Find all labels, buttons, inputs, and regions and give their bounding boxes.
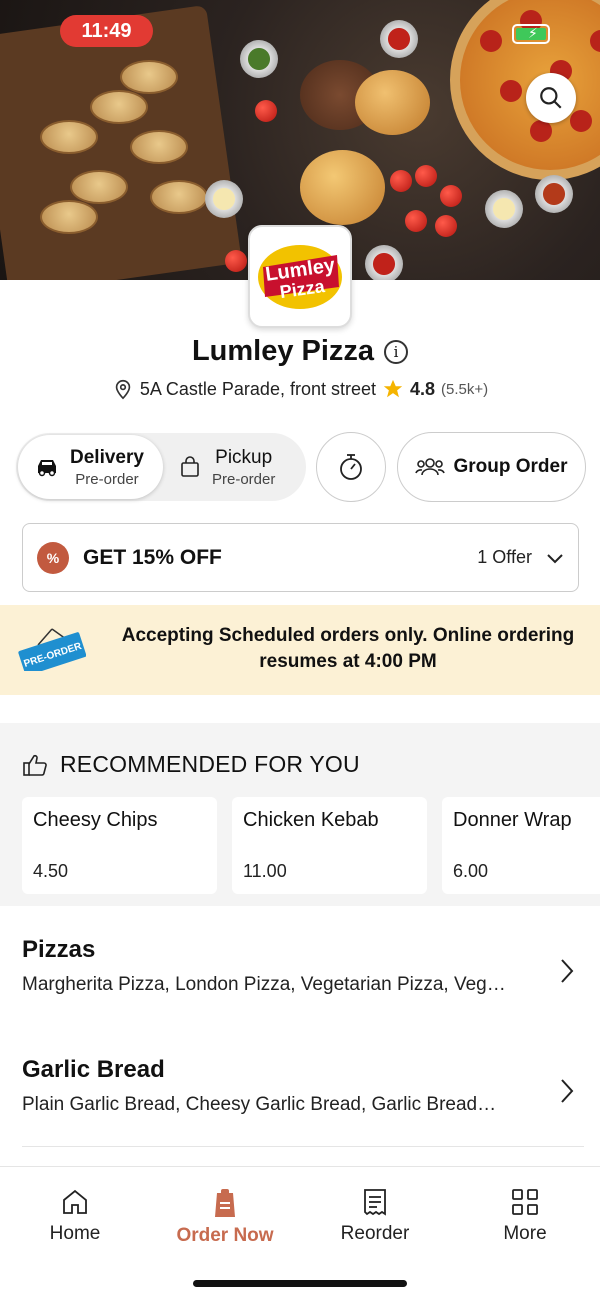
- thumbs-up-icon: [23, 754, 47, 776]
- status-time: 11:49: [60, 15, 153, 47]
- garlic-bread-slice: [70, 170, 128, 204]
- restaurant-title-row: Lumley Pizza i: [0, 335, 600, 368]
- address-row: 5A Castle Parade, front street 4.8 (5.5k…: [0, 378, 600, 400]
- recommended-header: RECOMMENDED FOR YOU: [22, 751, 360, 778]
- rating-count: (5.5k+): [441, 380, 489, 398]
- pre-order-banner: PRE-ORDER Accepting Scheduled orders onl…: [0, 605, 600, 695]
- search-icon: [540, 87, 562, 109]
- delivery-label: Delivery: [70, 446, 144, 468]
- nav-item-more[interactable]: More: [455, 1187, 595, 1245]
- garlic-bread-slice: [130, 130, 188, 164]
- pickup-option[interactable]: Pickup Pre-order: [166, 435, 304, 499]
- burger-bun: [300, 150, 385, 225]
- garlic-bread-slice: [90, 90, 148, 124]
- restaurant-address: 5A Castle Parade, front street: [139, 378, 376, 399]
- group-order-button[interactable]: Group Order: [397, 432, 586, 502]
- delivery-sublabel: Pre-order: [75, 470, 139, 488]
- nav-label-reorder: Reorder: [340, 1223, 410, 1244]
- group-users-icon: [415, 458, 446, 476]
- home-indicator[interactable]: [193, 1280, 407, 1287]
- recommended-item-name: Chicken Kebab: [243, 809, 379, 831]
- category-items: Margherita Pizza, London Pizza, Vegetari…: [22, 974, 506, 995]
- recommended-title: RECOMMENDED FOR YOU: [60, 751, 360, 777]
- garlic-bread-slice: [150, 180, 208, 214]
- garlic-bread-slice: [40, 200, 98, 234]
- category-row-garlic-bread[interactable]: Garlic Bread Plain Garlic Bread, Cheesy …: [0, 1038, 600, 1158]
- nav-item-home[interactable]: Home: [5, 1187, 145, 1245]
- location-pin-icon: [115, 379, 131, 400]
- pickup-sublabel: Pre-order: [212, 470, 276, 488]
- offer-title: GET 15% OFF: [83, 545, 222, 569]
- info-icon[interactable]: i: [384, 339, 409, 364]
- recommended-item-price: 11.00: [243, 861, 287, 881]
- category-name: Pizzas: [22, 936, 96, 963]
- schedule-button[interactable]: [316, 432, 386, 502]
- nav-label-more: More: [503, 1223, 547, 1244]
- category-row-pizzas[interactable]: Pizzas Margherita Pizza, London Pizza, V…: [0, 918, 600, 1038]
- nav-label-home: Home: [49, 1223, 101, 1244]
- pickup-label: Pickup: [215, 446, 273, 468]
- recommended-item-card[interactable]: Chicken Kebab 11.00: [232, 797, 427, 894]
- nav-label-order-now: Order Now: [176, 1225, 274, 1246]
- group-order-label: Group Order: [453, 456, 568, 477]
- recommended-item-price: 4.50: [33, 861, 69, 881]
- star-icon: [383, 379, 403, 398]
- home-icon: [63, 1189, 87, 1214]
- pre-order-sign-icon: PRE-ORDER: [18, 628, 86, 671]
- receipt-icon: [364, 1189, 386, 1216]
- offer-count: 1 Offer: [477, 547, 532, 567]
- stopwatch-icon: [340, 454, 362, 480]
- recommended-item-card[interactable]: Donner Wrap 6.00: [442, 797, 600, 894]
- car-icon: [38, 460, 56, 477]
- nav-item-order-now[interactable]: Order Now: [155, 1187, 295, 1247]
- recommended-item-card[interactable]: Cheesy Chips 4.50: [22, 797, 217, 894]
- discount-badge-icon: %: [37, 541, 69, 574]
- battery-icon: ⚡: [512, 24, 550, 44]
- burger-bun: [355, 70, 430, 135]
- chevron-right-icon: [561, 1079, 574, 1103]
- rating-value: 4.8: [410, 378, 436, 399]
- category-items: Plain Garlic Bread, Cheesy Garlic Bread,…: [22, 1094, 497, 1115]
- order-mode-toggle: Delivery Pre-order Pickup Pre-order: [16, 433, 306, 501]
- banner-message: Accepting Scheduled orders only. Online …: [121, 625, 575, 672]
- grid-icon: [512, 1189, 538, 1215]
- nav-item-reorder[interactable]: Reorder: [305, 1187, 445, 1245]
- search-button[interactable]: [526, 73, 576, 123]
- shopping-bag-icon: [181, 456, 199, 477]
- restaurant-logo: Lumley Pizza: [248, 225, 352, 328]
- delivery-option[interactable]: Delivery Pre-order: [18, 435, 163, 499]
- garlic-bread-slice: [120, 60, 178, 94]
- restaurant-name: Lumley Pizza: [191, 335, 375, 367]
- chevron-right-icon: [561, 959, 574, 983]
- recommended-section: RECOMMENDED FOR YOU Cheesy Chips 4.50 Ch…: [0, 723, 600, 906]
- order-bag-icon: [215, 1189, 235, 1217]
- garlic-bread-slice: [40, 120, 98, 154]
- bottom-navigation: Home Order Now Reorder More: [0, 1166, 600, 1298]
- chevron-down-icon: [547, 553, 563, 563]
- recommended-item-name: Cheesy Chips: [33, 809, 158, 831]
- category-name: Garlic Bread: [22, 1056, 165, 1083]
- recommended-item-name: Donner Wrap: [453, 809, 572, 831]
- offer-card[interactable]: % GET 15% OFF 1 Offer: [22, 523, 579, 592]
- divider: [22, 1146, 584, 1147]
- recommended-item-price: 6.00: [453, 861, 489, 881]
